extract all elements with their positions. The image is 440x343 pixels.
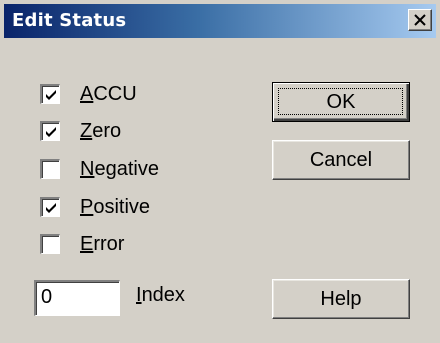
check-icon — [46, 90, 56, 100]
help-label: Help — [320, 287, 362, 310]
index-input[interactable]: 0 — [34, 280, 120, 316]
positive-label: Positive — [80, 195, 151, 218]
error-checkbox[interactable] — [40, 234, 60, 254]
window-title: Edit Status — [12, 10, 127, 31]
negative-label: Negative — [80, 157, 159, 180]
accu-checkbox-row[interactable]: ACCU — [40, 81, 137, 107]
positive-checkbox[interactable] — [40, 197, 60, 217]
error-checkbox-row[interactable]: Error — [40, 231, 124, 257]
edit-status-dialog: Edit Status ACCU Zero Negative Positive … — [0, 0, 440, 343]
accu-label: ACCU — [80, 82, 137, 105]
index-label: Index — [136, 284, 185, 306]
close-button[interactable] — [408, 9, 432, 31]
help-button[interactable]: Help — [272, 279, 410, 319]
negative-checkbox[interactable] — [40, 159, 60, 179]
zero-checkbox-row[interactable]: Zero — [40, 118, 121, 144]
ok-button[interactable]: OK — [272, 82, 410, 122]
check-icon — [46, 203, 56, 213]
focus-rect — [278, 88, 403, 115]
cancel-label: Cancel — [309, 148, 373, 171]
cancel-button[interactable]: Cancel — [272, 140, 410, 180]
zero-label: Zero — [80, 119, 122, 142]
error-label: Error — [80, 232, 125, 255]
check-icon — [46, 127, 56, 137]
title-bar[interactable]: Edit Status — [4, 4, 436, 38]
zero-checkbox[interactable] — [40, 121, 60, 141]
accu-checkbox[interactable] — [40, 84, 60, 104]
close-icon — [414, 14, 426, 26]
negative-checkbox-row[interactable]: Negative — [40, 156, 159, 182]
positive-checkbox-row[interactable]: Positive — [40, 194, 150, 220]
